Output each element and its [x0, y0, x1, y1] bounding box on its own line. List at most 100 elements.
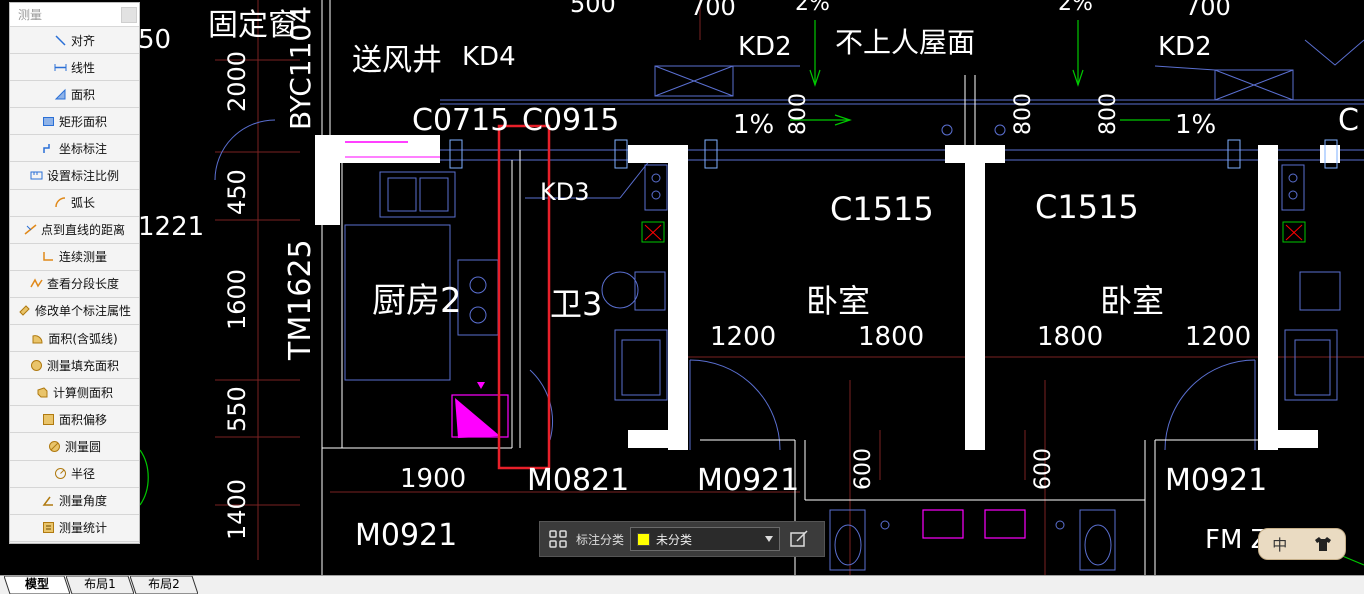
tool-fill-area[interactable]: 测量填充面积	[10, 352, 139, 380]
tool-circle[interactable]: 测量圆	[10, 433, 139, 461]
label-c1515-left: C1515	[830, 190, 934, 228]
side-area-icon	[36, 386, 49, 399]
segment-icon	[30, 277, 43, 290]
arc-length-icon	[54, 196, 67, 209]
label-dim-800-a: 800	[786, 93, 811, 135]
measure-panel: 测量 对齐 线性 面积 矩形面积 坐标标注 设置标注比例 弧长 点到直线的距离 …	[9, 2, 140, 544]
label-dim-500: 500	[570, 0, 616, 18]
tool-label: 点到直线的距离	[40, 223, 125, 238]
tool-label: 修改单个标注属性	[34, 304, 131, 319]
tool-stats[interactable]: 测量统计	[10, 514, 139, 542]
label-kd2-left: KD2	[738, 32, 792, 62]
label-c0915: C0915	[522, 103, 619, 138]
coordinate-icon	[42, 142, 55, 155]
tool-arc-area[interactable]: 面积(含弧线)	[10, 325, 139, 353]
tab-layout1[interactable]: 布局1	[66, 576, 134, 594]
tool-label: 坐标标注	[58, 141, 107, 156]
chevron-down-icon	[765, 536, 774, 542]
label-supply-shaft: 送风井	[352, 43, 442, 78]
tool-label: 弧长	[70, 196, 95, 211]
circle-icon	[48, 440, 61, 453]
tool-continuous[interactable]: 连续测量	[10, 243, 139, 271]
label-slope-2: 1%	[1175, 110, 1216, 140]
measure-tool-list: 对齐 线性 面积 矩形面积 坐标标注 设置标注比例 弧长 点到直线的距离 连续测…	[10, 27, 139, 542]
grid-icon[interactable]	[548, 529, 568, 549]
rect-area-icon	[42, 115, 55, 128]
panel-close-icon[interactable]	[121, 7, 137, 23]
tag-color-swatch	[637, 532, 651, 546]
cad-drawing-canvas[interactable]: 固定窗 送风井 KD4 KD2 KD2 不上人屋面 BYC1104 C0715 …	[0, 0, 1364, 575]
label-dim-1400: 1400	[223, 479, 251, 540]
area-icon	[54, 88, 67, 101]
tool-area[interactable]: 面积	[10, 81, 139, 109]
tool-edit-tag[interactable]: 修改单个标注属性	[10, 297, 139, 326]
layout-tab-bar: 模型 布局1 布局2	[0, 575, 1364, 594]
tool-label: 面积	[70, 87, 95, 102]
label-dim-1200-b: 1200	[1185, 322, 1251, 352]
tool-radius[interactable]: 半径	[10, 460, 139, 488]
tool-side-area[interactable]: 计算侧面积	[10, 379, 139, 407]
radius-icon	[54, 467, 67, 480]
pipes	[449, 139, 1338, 169]
tool-label: 计算侧面积	[52, 385, 113, 400]
linear-icon	[54, 61, 67, 74]
label-dim-800-b: 800	[1011, 93, 1036, 135]
tool-label: 测量角度	[58, 494, 107, 509]
label-m0921-b: M0921	[1165, 463, 1267, 498]
tool-linear[interactable]: 线性	[10, 54, 139, 82]
tool-label: 连续测量	[58, 250, 107, 265]
label-c1515-right: C1515	[1035, 188, 1139, 226]
tool-label: 测量圆	[64, 439, 101, 454]
edit-icon[interactable]	[788, 528, 810, 550]
label-bedroom-right: 卧室	[1100, 282, 1164, 320]
tool-arc-length[interactable]: 弧长	[10, 189, 139, 217]
label-tm1625: TM1625	[283, 239, 318, 361]
shirt-icon	[1314, 536, 1332, 552]
tag-classification-select[interactable]: 未分类	[630, 527, 781, 551]
tool-rect-area[interactable]: 矩形面积	[10, 108, 139, 136]
label-bedroom-left: 卧室	[806, 282, 870, 320]
fill-area-icon	[30, 359, 43, 372]
label-dim-450: 450	[223, 169, 251, 215]
label-dim-1800-a: 1800	[858, 322, 924, 352]
tool-label: 面积偏移	[58, 412, 107, 427]
label-m0821: M0821	[527, 463, 629, 498]
label-kd2-right: KD2	[1158, 32, 1212, 62]
tool-offset[interactable]: 面积偏移	[10, 406, 139, 434]
tab-model[interactable]: 模型	[4, 576, 70, 594]
tool-angle[interactable]: 测量角度	[10, 487, 139, 515]
tool-label: 设置标注比例	[46, 169, 119, 184]
tool-coordinate[interactable]: 坐标标注	[10, 135, 139, 163]
tool-scale[interactable]: 设置标注比例	[10, 162, 139, 190]
label-kd3: KD3	[540, 178, 590, 206]
label-dim-550: 550	[223, 386, 251, 432]
measure-panel-title[interactable]: 测量	[10, 3, 139, 27]
tool-segment[interactable]: 查看分段长度	[10, 270, 139, 298]
label-bathroom: 卫3	[550, 285, 602, 323]
tool-point-line[interactable]: 点到直线的距离	[10, 216, 139, 244]
tool-label: 矩形面积	[58, 114, 107, 129]
measure-panel-title-text: 测量	[18, 8, 43, 22]
tool-label: 测量填充面积	[46, 358, 119, 373]
label-dim-2000: 2000	[223, 51, 251, 112]
magenta-fixtures	[345, 141, 1306, 539]
label-dim-1900: 1900	[400, 464, 466, 494]
ime-indicator[interactable]: 中	[1258, 528, 1346, 560]
ime-language-label: 中	[1272, 535, 1288, 554]
tab-layout2[interactable]: 布局2	[130, 576, 198, 594]
label-byc: BYC1104	[284, 6, 317, 130]
tool-label: 测量统计	[58, 521, 107, 536]
tool-label: 对齐	[70, 33, 95, 48]
tool-label: 半径	[70, 467, 95, 482]
tag-classification-label: 标注分类	[576, 532, 625, 547]
angle-icon	[42, 494, 55, 507]
tool-label: 线性	[70, 60, 95, 75]
label-slope-3: 2%	[795, 0, 830, 16]
stats-icon	[42, 521, 55, 534]
label-slope-1: 1%	[733, 110, 774, 140]
tool-label: 查看分段长度	[46, 277, 119, 292]
tool-align[interactable]: 对齐	[10, 27, 139, 55]
label-kitchen: 厨房2	[372, 281, 462, 321]
offset-icon	[42, 413, 55, 426]
label-c0715: C0715	[412, 103, 509, 138]
